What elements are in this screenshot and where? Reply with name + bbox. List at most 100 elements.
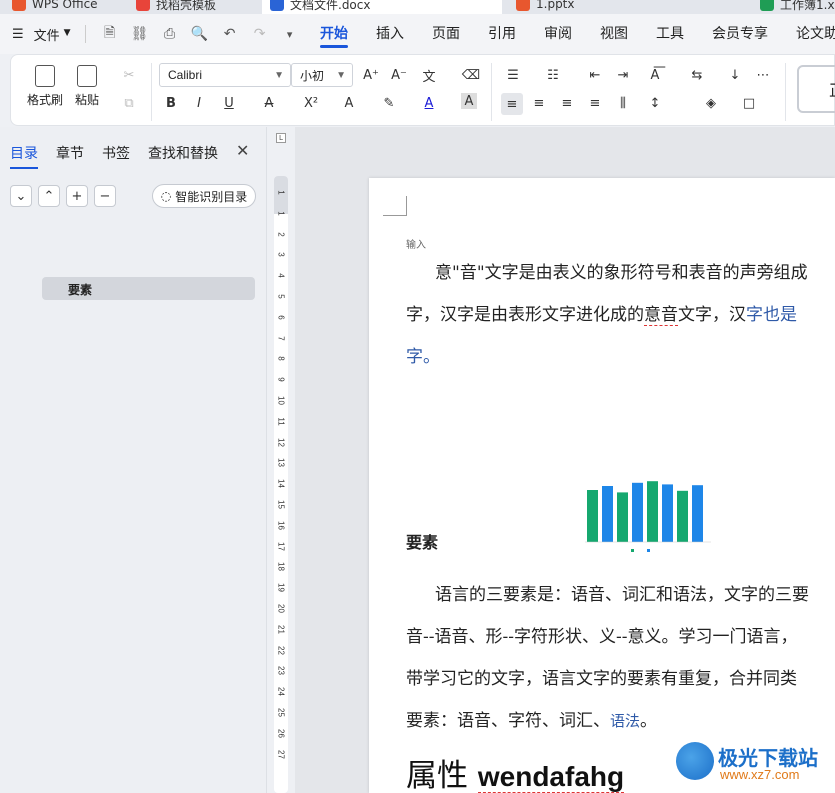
navigation-panel: 目录 章节 书签 查找和替换 ✕ ⌄ ⌃ + − ◌ 智能识别目录 要素 <box>0 127 267 793</box>
tab-stop-selector-icon[interactable]: L <box>276 133 286 143</box>
expand-down-icon[interactable]: ⌄ <box>10 185 32 207</box>
redo-icon[interactable]: ↷ <box>250 24 270 44</box>
chart-bar <box>662 484 673 542</box>
undo-icon[interactable]: ↶ <box>220 24 240 44</box>
site-watermark: 极光下载站 www.xz7.com <box>676 740 828 786</box>
menu-tools[interactable]: 工具 <box>642 14 698 54</box>
text-run: 意"音"文字是由表义的象形符号和表音的声旁组成 <box>435 263 808 283</box>
decrease-indent-icon[interactable]: ⇤ <box>585 65 605 85</box>
paragraph-line: 语言的三要素是：语音、词汇和语法，文字的三要 <box>435 580 809 605</box>
font-color-icon[interactable]: A <box>419 93 439 113</box>
save-icon[interactable]: 🗎 <box>100 24 120 44</box>
add-heading-icon[interactable]: + <box>66 185 88 207</box>
collapse-up-icon[interactable]: ⌃ <box>38 185 60 207</box>
menu-view[interactable]: 视图 <box>586 14 642 54</box>
font-name-select[interactable]: Calibri ▼ <box>159 63 291 87</box>
format-painter-button[interactable]: 格式刷 <box>27 65 63 108</box>
char-shading-icon[interactable]: A <box>461 93 477 109</box>
remove-heading-icon[interactable]: − <box>94 185 116 207</box>
writer-icon <box>270 0 284 11</box>
justify-icon[interactable]: ≡ <box>585 93 605 113</box>
borders-icon[interactable]: □ <box>739 93 759 113</box>
tab-label: 1.pptx <box>536 0 575 11</box>
menu-references[interactable]: 引用 <box>474 14 530 54</box>
superscript-icon[interactable]: X² <box>301 93 321 113</box>
hamburger-icon[interactable]: ☰ <box>12 27 24 42</box>
heading-text: 属性 <box>406 758 478 793</box>
shrink-font-icon[interactable]: A⁻ <box>389 65 409 85</box>
menu-home[interactable]: 开始 <box>306 14 362 54</box>
ruler-mark: 18 <box>276 562 286 572</box>
underline-icon[interactable]: U <box>219 93 239 113</box>
embedded-chart[interactable] <box>583 472 715 556</box>
tab-spreadsheet[interactable]: 工作簿1.xlsx <box>752 0 835 14</box>
ruler-mark: 5 <box>276 294 286 299</box>
nav-tab-find-replace[interactable]: 查找和替换 <box>148 143 218 163</box>
tab-wps-office[interactable]: WPS Office <box>4 0 120 14</box>
nav-tab-bookmarks[interactable]: 书签 <box>102 143 130 163</box>
bullet-list-icon[interactable]: ☰ <box>503 65 523 85</box>
nav-tab-sections[interactable]: 章节 <box>56 143 84 163</box>
sort-icon[interactable]: ↓ <box>725 65 745 85</box>
text-run: 字，汉字是由表形文字进化成的 <box>406 305 644 325</box>
section-heading: 要素 <box>406 533 439 552</box>
file-menu[interactable]: 文件 ▼ <box>34 25 71 44</box>
tab-document[interactable]: 文档文件.docx <box>262 0 502 14</box>
strikethrough-icon[interactable]: A <box>259 93 279 113</box>
text-direction-icon[interactable]: A͞ <box>645 65 665 85</box>
text-run: 文字，汉 <box>678 305 746 325</box>
align-center-icon[interactable]: ≡ <box>529 93 549 113</box>
ruler-mark: 12 <box>276 437 286 447</box>
paste-button[interactable]: 粘贴 <box>75 65 99 108</box>
tab-presentation[interactable]: 1.pptx <box>508 0 744 14</box>
font-size-select[interactable]: 小初 ▼ <box>291 63 353 87</box>
shading-icon[interactable]: ◈ <box>701 93 721 113</box>
text-run: 语法 <box>610 712 641 730</box>
document-page[interactable]: 输入 意"音"文字是由表义的象形符号和表音的声旁组成 字，汉字是由表形文字进化成… <box>369 178 835 793</box>
line-spacing-icon[interactable]: ↕ <box>645 93 665 113</box>
ruler-mark: 2 <box>276 231 286 237</box>
show-marks-icon[interactable]: ⋯ <box>753 65 773 85</box>
toc-item[interactable]: 要素 <box>42 277 255 300</box>
numbered-list-icon[interactable]: ☷ <box>543 65 563 85</box>
ruler-mark: 16 <box>276 520 286 530</box>
highlight-icon[interactable]: ✎ <box>379 93 399 113</box>
menu-insert[interactable]: 插入 <box>362 14 418 54</box>
menu-member[interactable]: 会员专享 <box>698 14 782 54</box>
chevron-down-icon: ▼ <box>63 27 71 38</box>
print-preview-icon[interactable]: 🔍 <box>190 24 210 44</box>
ruler-mark: 26 <box>276 728 286 738</box>
sort-swap-icon[interactable]: ⇆ <box>687 65 707 85</box>
style-gallery-item[interactable]: 正 <box>797 65 835 113</box>
print-icon[interactable]: ⎙ <box>160 24 180 44</box>
crop-mark <box>383 196 407 216</box>
paste-label: 粘贴 <box>75 93 100 107</box>
clear-format-icon[interactable]: ⌫ <box>461 65 481 85</box>
ruler-mark: 21 <box>276 624 286 634</box>
text-effect-icon[interactable]: A <box>339 93 359 113</box>
more-chevron-icon[interactable]: ▾ <box>280 24 300 44</box>
align-right-icon[interactable]: ≡ <box>557 93 577 113</box>
chart-bar <box>677 490 688 542</box>
cut-icon[interactable]: ✂ <box>119 65 139 85</box>
increase-indent-icon[interactable]: ⇥ <box>613 65 633 85</box>
menu-review[interactable]: 审阅 <box>530 14 586 54</box>
smart-toc-button[interactable]: ◌ 智能识别目录 <box>152 184 256 208</box>
chart-bar <box>587 490 598 542</box>
menu-page[interactable]: 页面 <box>418 14 474 54</box>
ruler-mark: 14 <box>276 479 286 489</box>
close-icon[interactable]: ✕ <box>236 141 249 160</box>
nav-tab-toc[interactable]: 目录 <box>10 143 38 169</box>
copy-icon[interactable]: ⧉ <box>119 93 139 113</box>
phonetic-guide-icon[interactable]: 文 <box>419 65 439 85</box>
align-left-icon[interactable]: ≡ <box>501 93 523 115</box>
menu-paper-assistant[interactable]: 论文助手 <box>782 14 835 54</box>
tab-label: 找稻壳模板 <box>156 0 217 12</box>
bold-icon[interactable]: B <box>161 93 181 113</box>
tab-template[interactable]: 找稻壳模板 <box>128 0 256 14</box>
distribute-icon[interactable]: ⫼ <box>613 93 633 113</box>
italic-icon[interactable]: I <box>189 93 209 113</box>
share-link-icon[interactable]: ⛓ <box>130 24 150 44</box>
text-run: 音--语音、形--字符形状、义--意义。学习一门语言， <box>406 627 798 647</box>
grow-font-icon[interactable]: A⁺ <box>361 65 381 85</box>
